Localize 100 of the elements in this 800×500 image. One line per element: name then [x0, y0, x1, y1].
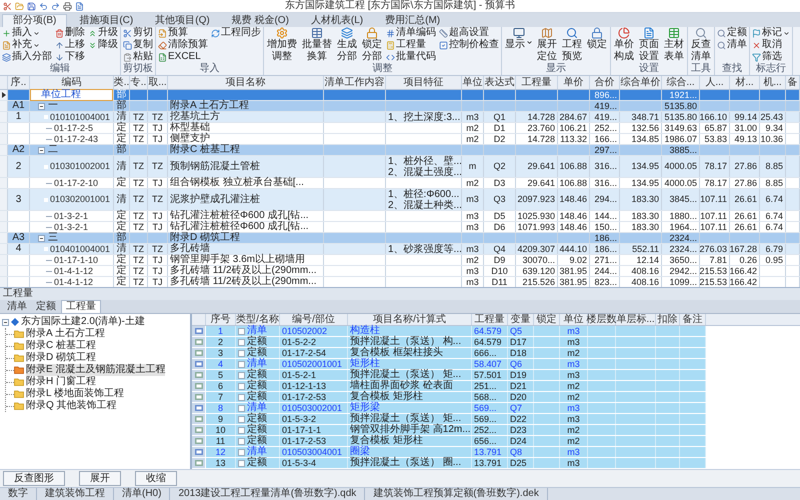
ribbon-button[interactable]: 单价构成	[613, 27, 635, 63]
ribbon-button[interactable]: 插入	[2, 27, 52, 39]
ribbon-button[interactable]: 增加费调整	[266, 27, 298, 63]
collapse-icon[interactable]	[38, 146, 45, 154]
column-header[interactable]: 项目特征	[404, 76, 444, 88]
column-header[interactable]: 项目名称	[226, 76, 266, 88]
ribbon-button[interactable]: 显示	[504, 27, 533, 63]
ribbon-tab[interactable]: 部分项(B)	[2, 14, 68, 27]
ribbon-button[interactable]: 剪切	[123, 27, 153, 39]
row-checkbox[interactable]	[238, 394, 245, 400]
document-icon[interactable]	[75, 2, 84, 10]
ribbon-button[interactable]: 降级	[88, 39, 118, 51]
panel-tab[interactable]: 工程量	[61, 300, 101, 313]
column-header[interactable]: 工程量	[522, 76, 552, 88]
ribbon-button[interactable]: 反查清单	[690, 27, 712, 63]
ribbon-button[interactable]: 清除预算	[158, 39, 208, 51]
ribbon-button[interactable]: 控制价检查	[439, 39, 499, 51]
ribbon-button[interactable]: 筛选	[752, 51, 790, 63]
printer-icon[interactable]	[63, 2, 72, 10]
table-row[interactable]: 01-4-1-12 定 TZ TJ 多孔砖墙 11/2砖及以上(290mm... m3 D11 215.526 381.95 823... 408.16 1099... 215.53 166.42	[0, 277, 800, 287]
row-checkbox[interactable]	[238, 328, 245, 334]
column-header[interactable]: 清单工作内容	[324, 76, 384, 88]
table-row[interactable]: 01-17-2-43 定 TZ TJ 侧壁支护 m2 D2 14.728 113.32 166... 134.85 1986.07 53.83 49.13 10.36	[0, 134, 800, 145]
ribbon-button[interactable]: 超高设置	[439, 27, 499, 39]
ribbon-button[interactable]: 上移	[55, 39, 85, 51]
row-checkbox[interactable]	[238, 404, 245, 412]
redo-icon[interactable]	[51, 2, 60, 10]
ribbon-tab[interactable]: 规费 税金(O)	[222, 14, 299, 27]
ribbon-button[interactable]: 工程同步	[211, 27, 261, 39]
column-header[interactable]: 扣除	[658, 314, 678, 326]
column-header[interactable]: 取...	[148, 76, 167, 88]
column-header[interactable]: 类..	[114, 76, 130, 88]
scissors-icon[interactable]	[3, 2, 12, 10]
ribbon-button[interactable]: 粘贴	[123, 51, 153, 63]
column-header[interactable]: 工程量	[474, 314, 504, 326]
ribbon-button[interactable]: 批量代码	[386, 51, 436, 63]
column-header[interactable]: 人...	[705, 76, 724, 88]
table-row[interactable]: A1 一 部 附录A 土石方工程 419... 5135.80	[0, 101, 800, 112]
table-row[interactable]: 单位工程 部 896... 1921...	[0, 90, 800, 101]
panel-button[interactable]: 反查图形	[3, 471, 65, 486]
column-header[interactable]: 综合单价	[620, 76, 660, 88]
tree-item[interactable]: 附录H 门窗工程	[26, 376, 96, 388]
ribbon-button[interactable]: 取消	[752, 39, 790, 51]
tree-item[interactable]: 附录L 楼地面装饰工程	[26, 388, 124, 400]
ribbon-button[interactable]: 升级	[88, 27, 118, 39]
tree-item[interactable]: 东方国际土建2.0(清单)-土建	[21, 316, 145, 328]
table-row[interactable]: 01-17-2-10 定 TZ TJ 组合钢模板 独立桩承台基础[... m2 D3 29.641 106.88 316... 134.95 4000.05 78.17 27.86 8.85	[0, 178, 800, 189]
folder-icon[interactable]	[15, 2, 24, 10]
table-row[interactable]: 1 010101004001 清 TZ TZ 挖基坑土方 1、挖土深度:3... m3 Q1 14.728 284.67 419... 348.71 5135.80 166.10 99.14 25.43	[0, 112, 800, 123]
ribbon-tab[interactable]: 人材机表(L)	[300, 14, 374, 27]
row-checkbox[interactable]	[238, 372, 245, 378]
panel-tab[interactable]: 清单	[3, 300, 31, 313]
ribbon-button[interactable]: 定额	[717, 27, 747, 39]
ribbon-button[interactable]: 删除	[55, 27, 85, 39]
ribbon-button[interactable]: 锁定分部	[361, 27, 383, 63]
ribbon-tab[interactable]: 费用汇总(M)	[375, 14, 450, 27]
column-header[interactable]: 综合...	[666, 76, 695, 88]
column-header[interactable]: 表达式	[484, 76, 514, 88]
ribbon-tab[interactable]: 其他项目(Q)	[145, 14, 220, 27]
row-checkbox[interactable]	[238, 382, 245, 390]
column-header[interactable]: 楼层数	[586, 314, 616, 326]
collapse-icon[interactable]	[38, 234, 45, 242]
ribbon-button[interactable]: 清单编码	[386, 27, 436, 39]
column-header[interactable]: 机...	[763, 76, 782, 88]
tree-item[interactable]: 附录A 土石方工程	[26, 328, 105, 340]
ribbon-button[interactable]: 主材表单	[663, 27, 685, 63]
table-row[interactable]: 01-4-1-12 定 TZ TJ 多孔砖墙 11/2砖及以上(290mm... m3 D10 639.120 381.95 244... 408.16 2942... 215.53 166.42	[0, 266, 800, 277]
row-checkbox[interactable]	[238, 338, 245, 346]
column-header[interactable]: 单价	[564, 76, 584, 88]
tree-item[interactable]: 附录D 砌筑工程	[26, 352, 96, 364]
save-icon[interactable]	[27, 2, 36, 10]
table-row[interactable]: A3 三 部 附录D 砌筑工程 186... 2324...	[0, 233, 800, 244]
ribbon-button[interactable]: 页面设置	[638, 27, 660, 63]
undo-icon[interactable]	[39, 2, 48, 10]
row-checkbox[interactable]	[238, 438, 245, 444]
panel-button[interactable]: 展开	[79, 471, 121, 486]
column-header[interactable]: 单位	[564, 314, 584, 326]
ribbon-button[interactable]: 标记	[752, 27, 790, 39]
column-header[interactable]: 单层标...	[616, 314, 655, 326]
column-header[interactable]: 变量	[510, 314, 530, 326]
table-row[interactable]: 4 010401004001 清 TZ TZ 多孔砖墙 1、砂浆强度等... m3 Q4 4209.307 444.10 186... 552.11 2324... 276.03 167.28 6.79	[0, 244, 800, 255]
ribbon-button[interactable]: 下移	[55, 51, 85, 63]
panel-tab[interactable]: 定额	[32, 300, 60, 313]
column-header[interactable]: 合价	[594, 76, 614, 88]
row-checkbox[interactable]	[238, 426, 245, 434]
ribbon-button[interactable]: 工程量	[386, 39, 436, 51]
row-checkbox[interactable]	[238, 350, 245, 356]
column-header[interactable]: 材...	[735, 76, 754, 88]
column-header[interactable]: 项目名称/计算式	[373, 314, 446, 326]
column-header[interactable]: 单位	[462, 76, 482, 88]
table-row[interactable]: 01-17-2-5 定 TZ TJ 杯型基础 m2 D1 23.760 106.21 252... 132.56 3149.63 65.87 31.00 9.34	[0, 123, 800, 134]
row-header[interactable]	[0, 90, 8, 100]
column-header[interactable]: 锁定	[536, 314, 556, 326]
row-checkbox[interactable]	[238, 460, 245, 466]
column-header[interactable]: 编号/部位	[292, 314, 335, 326]
column-header[interactable]: 序号	[210, 314, 230, 326]
tree-item[interactable]: 附录C 桩基工程	[26, 340, 96, 352]
row-checkbox[interactable]	[238, 416, 245, 422]
ribbon-button[interactable]: 插入分部	[2, 51, 52, 63]
ribbon-button[interactable]: 补充	[2, 39, 52, 51]
